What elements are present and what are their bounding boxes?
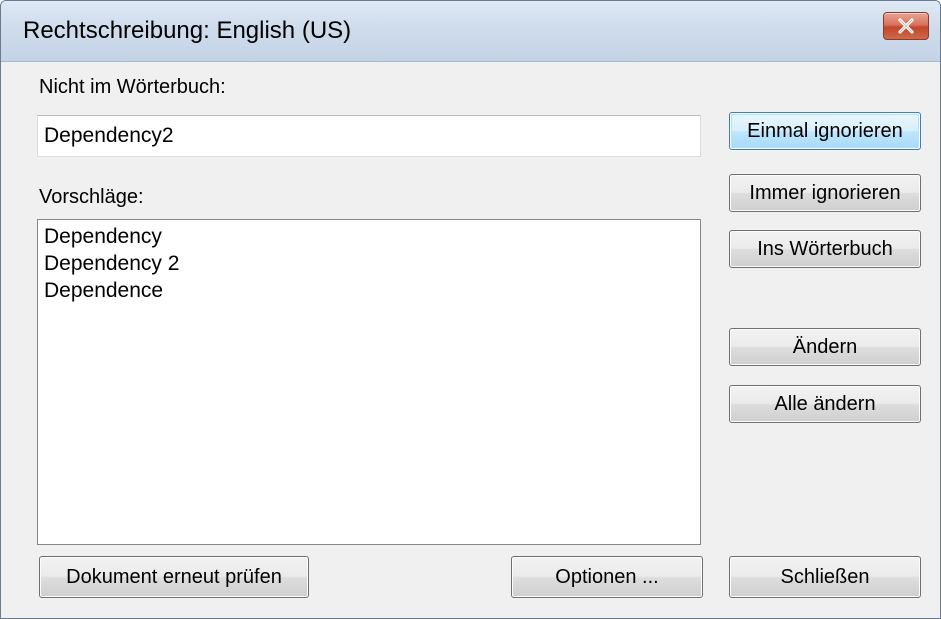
add-to-dictionary-button[interactable]: Ins Wörterbuch — [729, 230, 921, 268]
list-item[interactable]: Dependency — [44, 223, 694, 250]
list-item[interactable]: Dependence — [44, 277, 694, 304]
ignore-once-button[interactable]: Einmal ignorieren — [729, 112, 921, 150]
ignore-all-button[interactable]: Immer ignorieren — [729, 174, 921, 212]
close-button[interactable]: Schließen — [729, 556, 921, 598]
close-window-button[interactable] — [883, 12, 929, 40]
not-in-dictionary-field[interactable]: Dependency2 — [37, 115, 701, 157]
recheck-document-button[interactable]: Dokument erneut prüfen — [39, 556, 309, 598]
title-bar: Rechtschreibung: English (US) — [1, 1, 940, 62]
suggestions-list[interactable]: Dependency Dependency 2 Dependence — [37, 219, 701, 545]
dialog-body: Nicht im Wörterbuch: Dependency2 Vorschl… — [1, 62, 940, 618]
close-icon — [898, 18, 914, 34]
spelling-dialog: Rechtschreibung: English (US) Nicht im W… — [0, 0, 941, 619]
change-button[interactable]: Ändern — [729, 328, 921, 366]
options-button[interactable]: Optionen ... — [511, 556, 703, 598]
change-all-button[interactable]: Alle ändern — [729, 385, 921, 423]
not-in-dictionary-label: Nicht im Wörterbuch: — [39, 76, 226, 98]
dialog-title: Rechtschreibung: English (US) — [23, 17, 352, 44]
suggestions-label: Vorschläge: — [39, 186, 144, 208]
list-item[interactable]: Dependency 2 — [44, 250, 694, 277]
